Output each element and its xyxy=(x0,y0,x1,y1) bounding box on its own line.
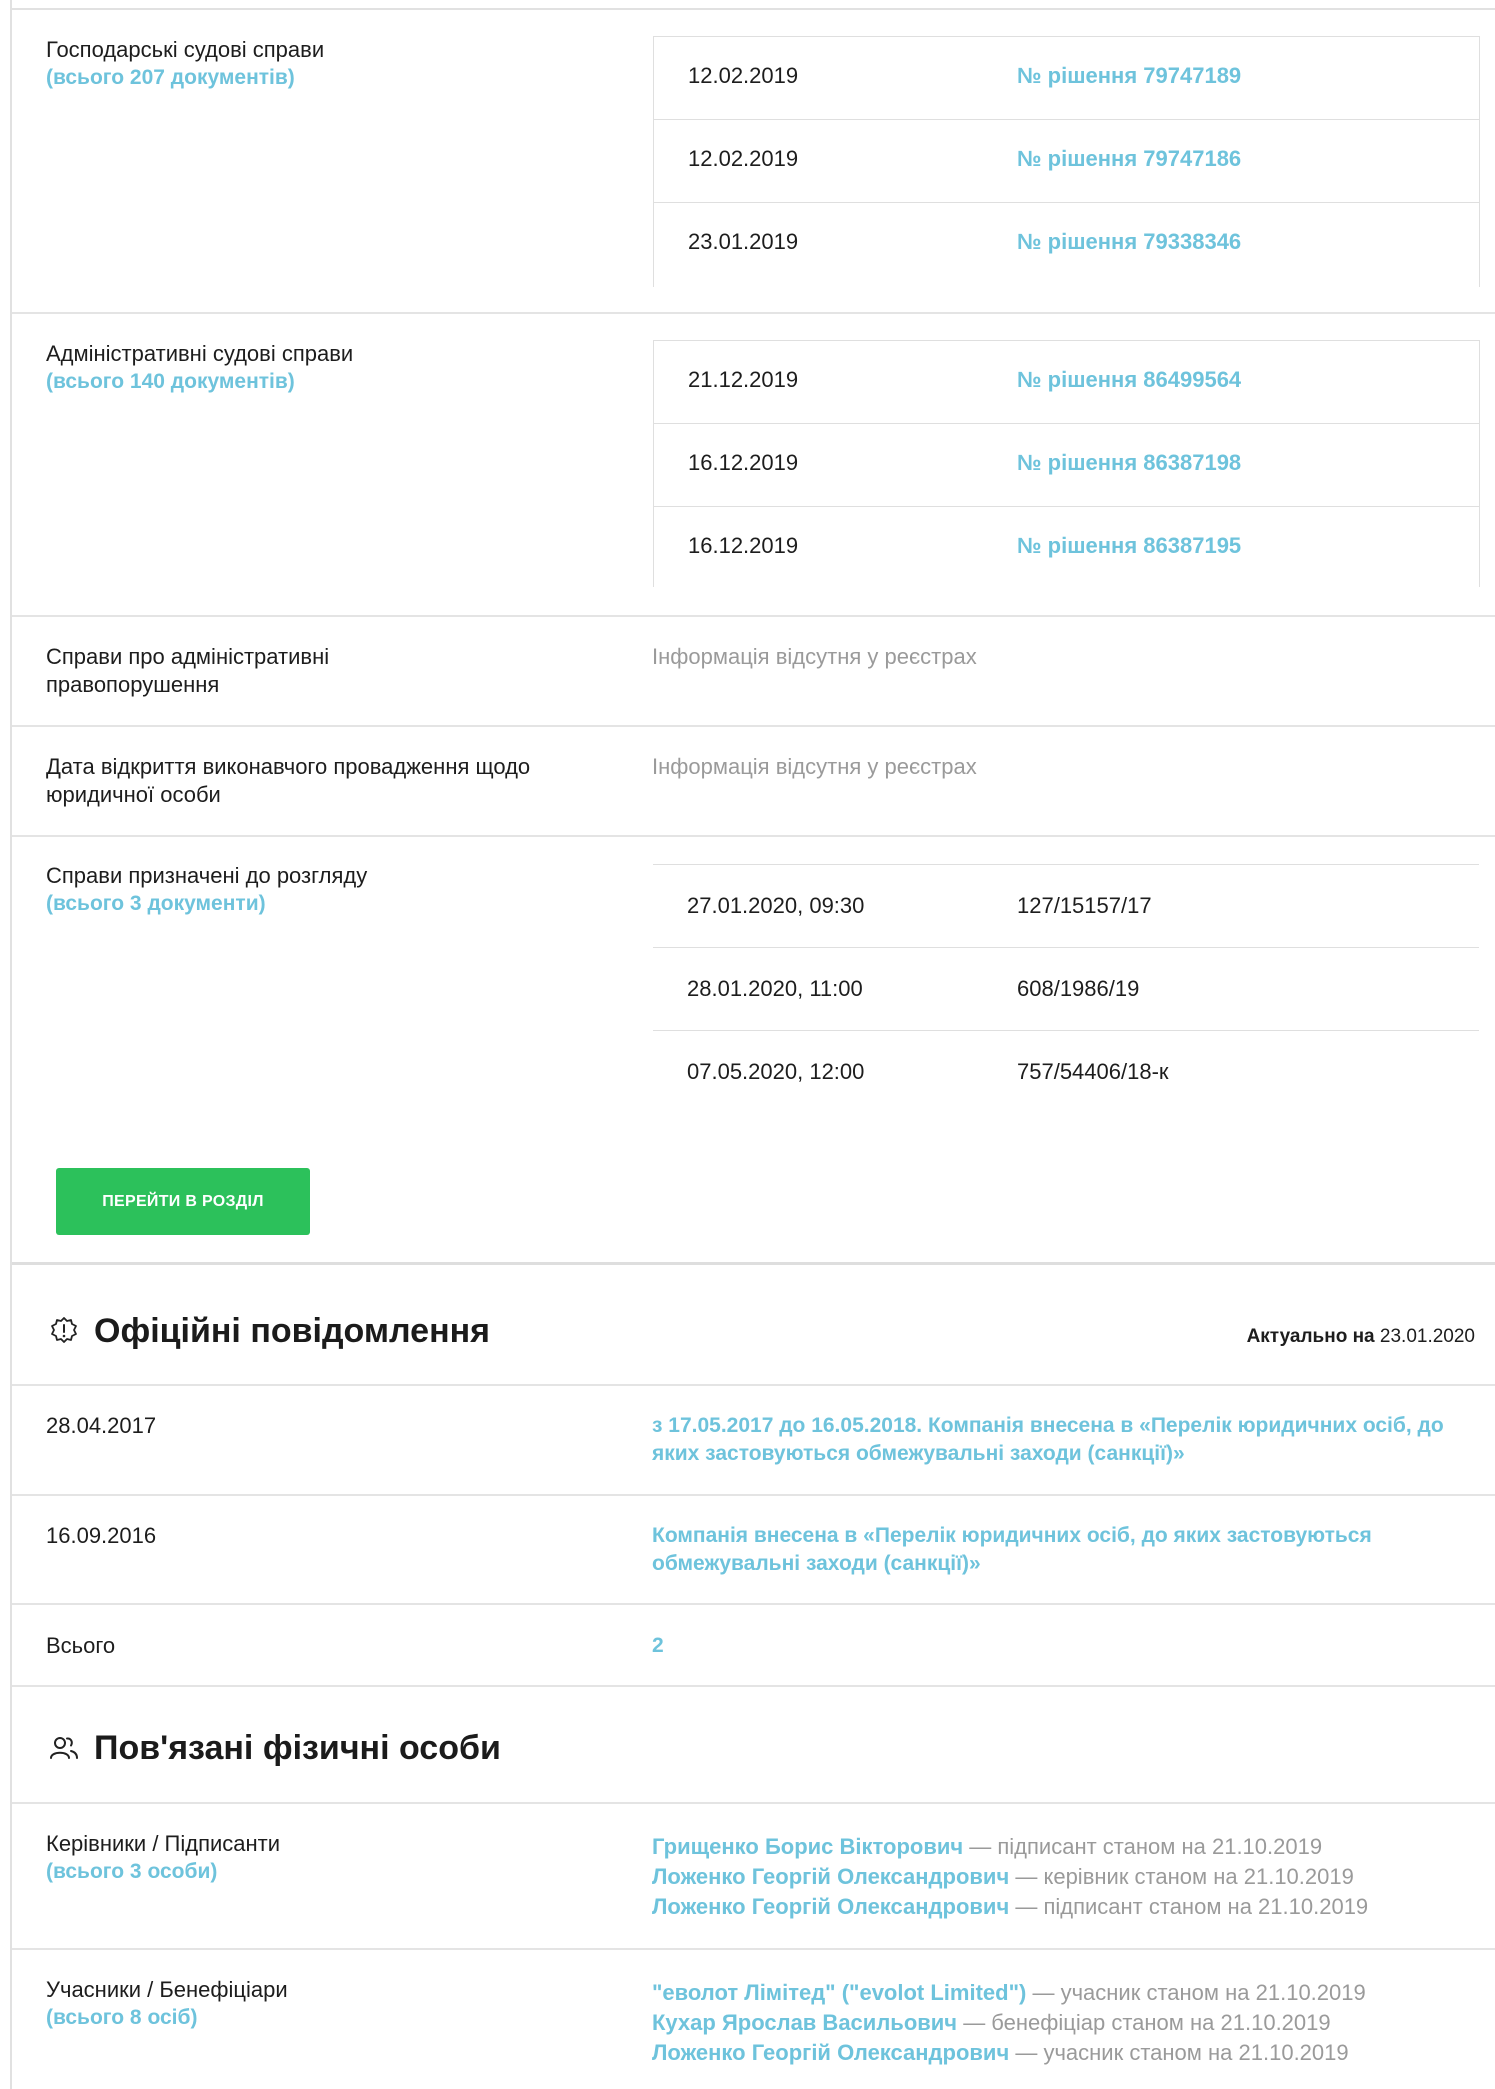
enforcement-value: Інформація відсутня у реєстрах xyxy=(652,754,977,779)
official-notices-heading: Офіційні повідомлення xyxy=(46,1312,490,1351)
total-label: Всього xyxy=(46,1633,116,1658)
divider xyxy=(12,1603,1495,1605)
enforcement-label: Дата відкриття виконавчого провадження щ… xyxy=(46,754,531,807)
list-item: Ложенко Георгій Олександрович — підписан… xyxy=(652,1894,1369,1919)
list-item: Ложенко Георгій Олександрович — учасник … xyxy=(652,2040,1349,2065)
actual-date: Актуально на 23.01.2020 xyxy=(1246,1326,1475,1347)
table-row: 21.12.2019 № рішення 86499564 xyxy=(654,341,1479,424)
decision-link[interactable]: № рішення 86499564 xyxy=(1017,367,1241,393)
admin-offenses-value: Інформація відсутня у реєстрах xyxy=(652,644,977,669)
decision-link[interactable]: № рішення 86387195 xyxy=(1017,533,1241,559)
table-row: 23.01.2019 № рішення 79338346 xyxy=(654,203,1479,285)
administrative-cases-table[interactable]: 21.12.2019 № рішення 86499564 16.12.2019… xyxy=(653,340,1480,587)
person-link[interactable]: "еволот Лімітед" ("evolot Limited") xyxy=(652,1980,1026,2005)
list-item: Кухар Ярослав Васильович — бенефіціар ст… xyxy=(652,2010,1331,2035)
decision-link[interactable]: № рішення 79747189 xyxy=(1017,63,1241,89)
divider xyxy=(12,725,1495,727)
divider xyxy=(12,835,1495,837)
table-row: 16.12.2019 № рішення 86387195 xyxy=(654,507,1479,589)
person-link[interactable]: Кухар Ярослав Васильович xyxy=(652,2010,957,2035)
divider xyxy=(12,1948,1495,1950)
decision-date: 16.12.2019 xyxy=(688,533,799,558)
decision-date: 21.12.2019 xyxy=(688,367,799,392)
notice-date: 16.09.2016 xyxy=(46,1523,157,1548)
commercial-cases-table[interactable]: 12.02.2019 № рішення 79747189 12.02.2019… xyxy=(653,36,1480,287)
section-title: Офіційні повідомлення xyxy=(94,1312,490,1350)
person-link[interactable]: Ложенко Георгій Олександрович xyxy=(652,1864,1009,1889)
hearing-datetime: 07.05.2020, 12:00 xyxy=(687,1059,865,1084)
scheduled-cases-count[interactable]: (всього 3 документи) xyxy=(46,890,586,918)
notice-link[interactable]: Компанія внесена в «Перелік юридичних ос… xyxy=(652,1522,1452,1578)
divider xyxy=(12,8,1495,10)
total-value[interactable]: 2 xyxy=(652,1632,1472,1660)
participants-label: Учасники / Бенефіціари (всього 8 осіб) xyxy=(46,1976,586,2032)
person-link[interactable]: Ложенко Георгій Олександрович xyxy=(652,1894,1009,1919)
administrative-cases-count[interactable]: (всього 140 документів) xyxy=(46,368,586,396)
divider xyxy=(12,615,1495,617)
people-icon xyxy=(46,1731,82,1767)
managers-count[interactable]: (всього 3 особи) xyxy=(46,1858,586,1886)
table-row: 28.01.2020, 11:00 608/1986/19 xyxy=(653,947,1479,1030)
divider xyxy=(12,312,1495,314)
participants-list: "еволот Лімітед" ("evolot Limited") — уч… xyxy=(652,1978,1472,2068)
case-number: 127/15157/17 xyxy=(1017,893,1152,918)
table-row: 27.01.2020, 09:30 127/15157/17 xyxy=(653,864,1479,947)
divider xyxy=(12,1802,1495,1804)
section-title: Пов'язані фізичні особи xyxy=(94,1729,501,1767)
warning-badge-icon xyxy=(46,1314,82,1350)
list-item: Грищенко Борис Вікторович — підписант ст… xyxy=(652,1834,1323,1859)
scheduled-cases-label: Справи призначені до розгляду (всього 3 … xyxy=(46,862,586,918)
decision-date: 12.02.2019 xyxy=(688,63,799,88)
go-to-section-button[interactable]: ПЕРЕЙТИ В РОЗДІЛ xyxy=(56,1168,310,1235)
divider xyxy=(12,1685,1495,1687)
managers-label: Керівники / Підписанти (всього 3 особи) xyxy=(46,1830,586,1886)
managers-list: Грищенко Борис Вікторович — підписант ст… xyxy=(652,1832,1472,1922)
person-link[interactable]: Грищенко Борис Вікторович xyxy=(652,1834,963,1859)
admin-offenses-label: Справи про адміністративні правопорушенн… xyxy=(46,644,330,697)
related-persons-heading: Пов'язані фізичні особи xyxy=(46,1729,501,1768)
hearing-datetime: 28.01.2020, 11:00 xyxy=(687,976,863,1001)
list-item: Ложенко Георгій Олександрович — керівник… xyxy=(652,1864,1354,1889)
notice-date: 28.04.2017 xyxy=(46,1413,157,1438)
list-item: "еволот Лімітед" ("evolot Limited") — уч… xyxy=(652,1980,1366,2005)
decision-date: 12.02.2019 xyxy=(688,146,799,171)
table-row: 12.02.2019 № рішення 79747189 xyxy=(654,37,1479,120)
table-row: 07.05.2020, 12:00 757/54406/18-к xyxy=(653,1030,1479,1113)
person-link[interactable]: Ложенко Георгій Олександрович xyxy=(652,2040,1009,2065)
scheduled-cases-list: 27.01.2020, 09:30 127/15157/17 28.01.202… xyxy=(653,864,1479,1113)
notice-link[interactable]: з 17.05.2017 до 16.05.2018. Компанія вне… xyxy=(652,1412,1472,1468)
decision-date: 16.12.2019 xyxy=(688,450,799,475)
divider xyxy=(12,1262,1495,1265)
decision-link[interactable]: № рішення 86387198 xyxy=(1017,450,1241,476)
case-number: 757/54406/18-к xyxy=(1017,1059,1169,1084)
divider xyxy=(12,1384,1495,1386)
commercial-cases-count[interactable]: (всього 207 документів) xyxy=(46,64,586,92)
decision-link[interactable]: № рішення 79747186 xyxy=(1017,146,1241,172)
commercial-cases-label: Господарські судові справи (всього 207 д… xyxy=(46,36,586,92)
table-row: 16.12.2019 № рішення 86387198 xyxy=(654,424,1479,507)
administrative-cases-label: Адміністративні судові справи (всього 14… xyxy=(46,340,586,396)
divider xyxy=(12,1494,1495,1496)
participants-count[interactable]: (всього 8 осіб) xyxy=(46,2004,586,2032)
decision-link[interactable]: № рішення 79338346 xyxy=(1017,229,1241,255)
decision-date: 23.01.2019 xyxy=(688,229,799,254)
table-row: 12.02.2019 № рішення 79747186 xyxy=(654,120,1479,203)
hearing-datetime: 27.01.2020, 09:30 xyxy=(687,893,865,918)
company-dossier-page: Господарські судові справи (всього 207 д… xyxy=(10,0,1495,2089)
case-number: 608/1986/19 xyxy=(1017,976,1140,1001)
